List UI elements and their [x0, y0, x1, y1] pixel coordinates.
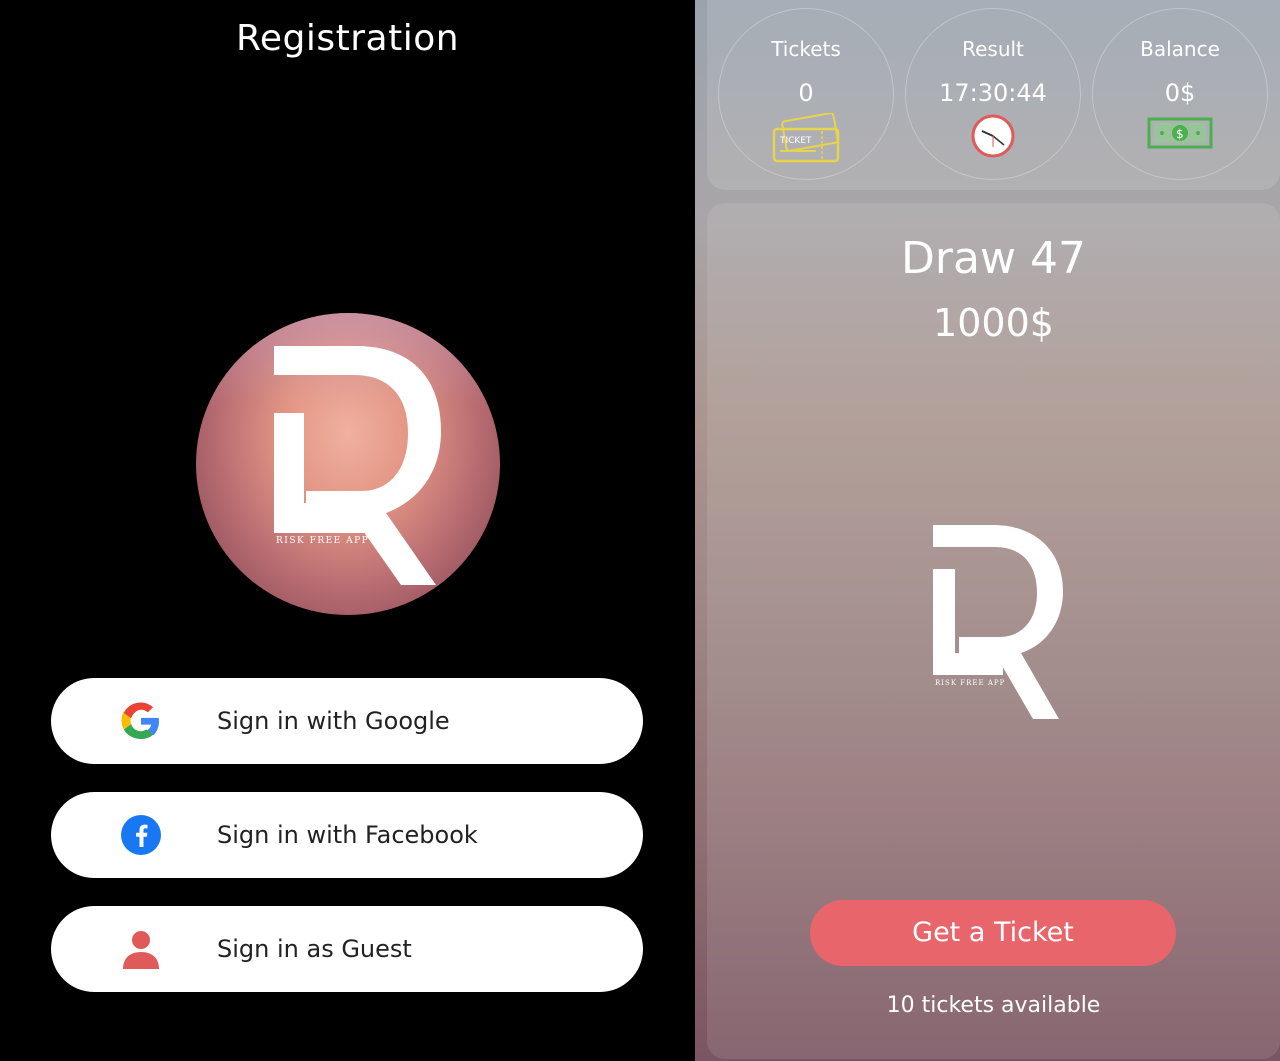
stat-result-label: Result — [962, 37, 1024, 61]
guest-user-icon — [123, 931, 159, 969]
draw-screen: Tickets 0 TICKET Result 17:30:44 Balance — [695, 0, 1280, 1061]
svg-text:RISK FREE APP: RISK FREE APP — [276, 536, 369, 546]
stat-result-value: 17:30:44 — [939, 79, 1047, 107]
stat-balance-label: Balance — [1140, 37, 1220, 61]
get-ticket-button[interactable]: Get a Ticket — [810, 900, 1176, 966]
sign-in-facebook-button[interactable]: Sign in with Facebook — [51, 792, 643, 878]
sign-in-guest-button[interactable]: Sign in as Guest — [51, 906, 643, 992]
sign-in-facebook-label: Sign in with Facebook — [217, 821, 478, 849]
ticket-icon: TICKET — [772, 113, 840, 163]
svg-text:TICKET: TICKET — [779, 136, 812, 146]
tickets-available-text: 10 tickets available — [886, 993, 1101, 1018]
stat-tickets-value: 0 — [798, 79, 814, 107]
facebook-icon — [121, 815, 161, 855]
stat-result[interactable]: Result 17:30:44 — [905, 8, 1081, 180]
rf-logo-icon: RISK FREE APP — [933, 525, 1063, 719]
draw-panel: Draw 47 1000$ RISK FREE APP Get a Ticket… — [707, 203, 1280, 1059]
registration-screen: Registration RISK FREE APP Sign in with … — [0, 0, 695, 1061]
stats-panel: Tickets 0 TICKET Result 17:30:44 Balance — [707, 0, 1280, 190]
clock-icon — [971, 114, 1015, 158]
stat-tickets-label: Tickets — [771, 37, 841, 61]
stat-tickets[interactable]: Tickets 0 TICKET — [718, 8, 894, 180]
page-title: Registration — [235, 18, 460, 59]
stat-balance-value: 0$ — [1164, 79, 1196, 107]
stat-balance[interactable]: Balance 0$ $ — [1092, 8, 1268, 180]
draw-title: Draw 47 — [901, 233, 1086, 284]
sign-in-google-button[interactable]: Sign in with Google — [51, 678, 643, 764]
svg-text:$: $ — [1176, 127, 1184, 141]
sign-in-guest-label: Sign in as Guest — [217, 935, 412, 963]
google-icon — [121, 702, 159, 739]
svg-text:RISK FREE APP: RISK FREE APP — [935, 679, 1005, 687]
draw-prize: 1000$ — [933, 301, 1054, 345]
dollar-bill-icon: $ — [1147, 117, 1213, 149]
rf-logo-icon: RISK FREE APP — [274, 346, 441, 585]
sign-in-google-label: Sign in with Google — [217, 707, 450, 735]
app-logo: RISK FREE APP — [196, 313, 500, 615]
